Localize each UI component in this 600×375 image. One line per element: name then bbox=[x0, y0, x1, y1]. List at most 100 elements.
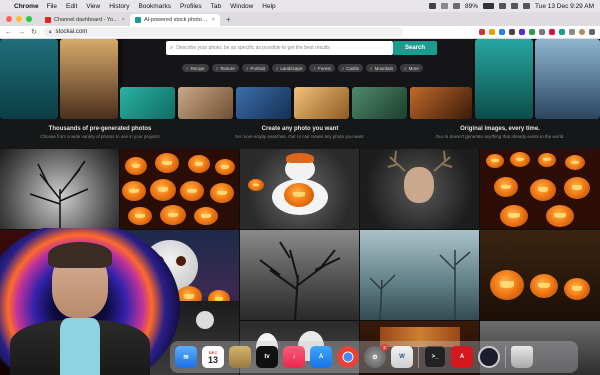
trash-icon[interactable] bbox=[511, 346, 533, 368]
music-icon[interactable]: ♪ bbox=[283, 346, 305, 368]
wifi-icon[interactable] bbox=[498, 3, 506, 9]
close-tab-icon[interactable]: × bbox=[212, 17, 215, 23]
search-button[interactable]: Search bbox=[393, 41, 437, 55]
spotlight-search-icon[interactable] bbox=[510, 3, 518, 9]
calendar-icon[interactable]: DEC 13 bbox=[202, 346, 224, 368]
photo-tile[interactable] bbox=[236, 87, 291, 119]
pumpkin-icon bbox=[538, 153, 556, 167]
menu-tab[interactable]: Tab bbox=[211, 3, 221, 10]
extension-icon[interactable] bbox=[539, 29, 545, 35]
notes-icon[interactable] bbox=[229, 346, 251, 368]
profile-avatar[interactable] bbox=[579, 29, 585, 35]
pumpkin-icon bbox=[546, 205, 574, 227]
photo-tile[interactable] bbox=[475, 39, 533, 119]
photo-misty-forest[interactable] bbox=[360, 230, 479, 320]
pumpkin-icon bbox=[150, 179, 176, 201]
menu-bookmarks[interactable]: Bookmarks bbox=[138, 3, 171, 10]
close-tab-icon[interactable]: × bbox=[122, 17, 125, 23]
feature-pregenerated: Thousands of pre-generated photos Choose… bbox=[0, 119, 200, 149]
extensions-puzzle-icon[interactable] bbox=[569, 29, 575, 35]
battery-icon[interactable] bbox=[482, 3, 494, 9]
menu-file[interactable]: File bbox=[47, 3, 57, 10]
extension-icon[interactable] bbox=[489, 29, 495, 35]
chrome-icon[interactable] bbox=[337, 346, 359, 368]
extension-icon[interactable] bbox=[519, 29, 525, 35]
chip-forest[interactable]: ⌕ Forest bbox=[309, 64, 335, 72]
mail-icon[interactable]: ✉ bbox=[175, 346, 197, 368]
close-window-icon[interactable] bbox=[6, 16, 12, 22]
tab-stockai[interactable]: AI-powered stock photos | Sto... × bbox=[130, 14, 220, 26]
extensions-area bbox=[479, 29, 595, 35]
dropbox-icon[interactable] bbox=[440, 3, 448, 9]
extension-icon[interactable] bbox=[479, 29, 485, 35]
forward-icon[interactable]: → bbox=[18, 29, 25, 36]
display-icon[interactable] bbox=[452, 3, 460, 9]
menu-edit[interactable]: Edit bbox=[66, 3, 77, 10]
photo-woman-antlers[interactable] bbox=[360, 149, 479, 229]
menu-view[interactable]: View bbox=[86, 3, 100, 10]
chip-portrait[interactable]: ⌕ Portrait bbox=[241, 64, 269, 72]
extension-icon[interactable] bbox=[509, 29, 515, 35]
lock-icon[interactable]: 🔒︎ bbox=[49, 29, 52, 35]
menubar-clock[interactable]: Tue 13 Dec 9:29 AM bbox=[535, 3, 594, 10]
photo-jack-o-lanterns[interactable] bbox=[120, 149, 239, 229]
system-settings-icon[interactable]: ⚙ 2 bbox=[364, 344, 388, 368]
app-store-icon[interactable]: A bbox=[310, 346, 332, 368]
search-icon: ⌕ bbox=[313, 65, 316, 71]
chip-more[interactable]: ⌕ More bbox=[400, 64, 423, 72]
feature-title: Original images, every time. bbox=[460, 126, 540, 132]
photo-dog-pumpkin[interactable] bbox=[240, 149, 359, 229]
photo-tile[interactable] bbox=[0, 39, 58, 119]
photo-tile[interactable] bbox=[294, 87, 349, 119]
menu-window[interactable]: Window bbox=[230, 3, 253, 10]
photo-tile[interactable] bbox=[60, 39, 118, 119]
search-icon: ⌕ bbox=[341, 65, 345, 71]
apple-tv-icon[interactable]: tv bbox=[256, 346, 278, 368]
record-icon[interactable] bbox=[428, 3, 436, 9]
menu-help[interactable]: Help bbox=[262, 3, 275, 10]
chip-castle[interactable]: ⌕ Castle bbox=[337, 64, 364, 72]
reload-icon[interactable]: ↻ bbox=[31, 28, 37, 36]
photo-pumpkins-candles[interactable] bbox=[480, 230, 600, 320]
photo-pumpkin-patch[interactable] bbox=[480, 149, 600, 229]
pumpkin-icon bbox=[284, 183, 314, 207]
stockai-favicon-icon bbox=[135, 17, 141, 23]
chip-texture[interactable]: ⌕ Texture bbox=[211, 64, 239, 72]
chip-label: Forest bbox=[317, 65, 331, 71]
menu-app-name[interactable]: Chrome bbox=[14, 3, 39, 10]
photo-bare-tree[interactable] bbox=[0, 149, 119, 229]
tab-youtube-dashboard[interactable]: Channel dashboard - YouTube × bbox=[40, 14, 130, 26]
search-input[interactable]: ⌕ Describe your photo, be as specific as… bbox=[166, 41, 393, 55]
pumpkin-icon bbox=[248, 179, 264, 191]
photo-tile[interactable] bbox=[178, 87, 233, 119]
more-menu-icon[interactable] bbox=[589, 29, 595, 35]
zoom-window-icon[interactable] bbox=[26, 16, 32, 22]
extension-icon[interactable] bbox=[559, 29, 565, 35]
chip-label: More bbox=[408, 65, 419, 71]
extension-icon[interactable] bbox=[549, 29, 555, 35]
word-icon[interactable]: W bbox=[391, 346, 413, 368]
photo-spooky-tree[interactable] bbox=[240, 230, 359, 320]
address-bar[interactable]: 🔒︎ stockai.com bbox=[42, 27, 403, 37]
chip-mountain[interactable]: ⌕ Mountain bbox=[366, 64, 398, 72]
pumpkin-icon bbox=[160, 205, 186, 225]
photo-tile[interactable] bbox=[535, 39, 600, 119]
menu-profiles[interactable]: Profiles bbox=[180, 3, 202, 10]
photo-tile[interactable] bbox=[352, 87, 407, 119]
minimize-window-icon[interactable] bbox=[16, 16, 22, 22]
photo-tile[interactable] bbox=[410, 87, 472, 119]
terminal-icon[interactable]: >_ bbox=[424, 346, 446, 368]
acrobat-icon[interactable]: A bbox=[451, 346, 473, 368]
menu-history[interactable]: History bbox=[109, 3, 129, 10]
photo-tile[interactable] bbox=[120, 87, 175, 119]
extension-icon[interactable] bbox=[529, 29, 535, 35]
obs-icon[interactable] bbox=[478, 346, 500, 368]
control-center-icon[interactable] bbox=[522, 3, 530, 9]
chip-landscape[interactable]: ⌕ Landscape bbox=[271, 64, 307, 72]
chip-recipe[interactable]: ⌕ Recipe bbox=[182, 64, 209, 72]
search-icon: ⌕ bbox=[170, 44, 174, 51]
pumpkin-icon bbox=[155, 153, 179, 173]
extension-icon[interactable] bbox=[499, 29, 505, 35]
back-icon[interactable]: ← bbox=[5, 29, 12, 36]
new-tab-icon[interactable]: + bbox=[226, 15, 231, 24]
